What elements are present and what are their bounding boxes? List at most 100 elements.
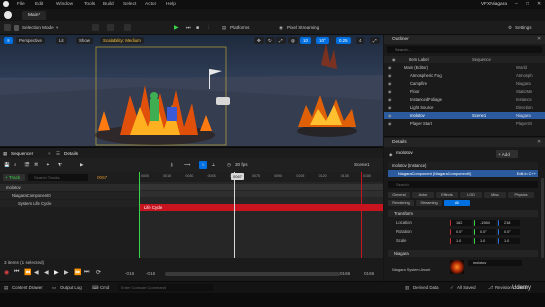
scale-y-field[interactable]: 1.0 [474,238,496,244]
visibility-eye-icon[interactable]: ◉ [388,72,392,79]
filter-physics[interactable]: Physics [508,192,534,198]
record-icon[interactable]: ◉ [4,269,9,276]
viewport-menu-icon[interactable]: ≡ [4,37,13,44]
jump-end-icon[interactable]: ⏭ [84,269,89,276]
menu-help[interactable]: Help [166,2,176,7]
snap-settings-icon[interactable]: ⟂ [212,162,215,167]
filter-streaming[interactable]: Streaming [416,200,442,206]
outliner-row[interactable]: ◉ Floor StaticMe [384,88,545,95]
save-sequence-icon[interactable]: 💾 [4,162,10,168]
sequencer-timeline[interactable]: 0000001500300045006000750090010501200135… [139,172,383,268]
close-window-icon[interactable]: ✕ [537,1,541,7]
visibility-eye-icon[interactable]: ◉ [388,96,392,103]
close-icon[interactable]: ✕ [537,138,541,147]
key-icon[interactable]: ⚷ [170,162,173,168]
playhead-line[interactable] [234,172,235,258]
level-viewport[interactable]: ≡ Perspective Lit Show Scalability: Medi… [0,35,383,146]
playhead-label[interactable]: 0067 [231,173,244,180]
menu-file[interactable]: File [17,2,25,7]
visibility-eye-icon[interactable]: ◉ [388,104,392,111]
platforms-button[interactable]: Platforms [230,24,249,32]
current-frame[interactable]: 0067 [97,175,107,180]
details-tab-label[interactable]: Details [64,151,78,156]
outliner-row[interactable]: ◉ Atmospheric Fog Atmosph [384,72,545,79]
save-icon[interactable] [4,24,11,31]
scale-snap-button[interactable]: 0.25 [336,37,351,44]
location-z-field[interactable]: 218 [498,220,520,226]
jump-start-icon[interactable]: ⏮ [14,269,19,276]
range-start-right[interactable]: -016 [146,271,155,276]
close-icon[interactable]: ✕ [537,35,541,44]
track-row[interactable]: molotov [0,184,139,191]
menu-window[interactable]: Window [56,2,73,7]
range-end-right[interactable]: 0166 [364,271,374,276]
menu-actor[interactable]: Actor [145,2,156,7]
add-component-button[interactable]: + Add [496,150,518,158]
details-search-input[interactable]: Search [388,181,538,188]
camera-speed-button[interactable]: 4 [356,37,365,44]
outliner-row[interactable]: ◉ Campfire Niagara [384,80,545,87]
pixel-streaming-button[interactable]: Pixel Streaming [287,24,319,32]
rotation-z-field[interactable]: 0.0° [498,229,520,235]
rotation-x-field[interactable]: 0.0° [450,229,472,235]
scene-breadcrumb[interactable]: Scene1 [354,162,370,167]
component-row[interactable]: NiagaraComponent (NiagaraComponent0) Edi… [388,170,538,177]
level-tab[interactable]: Main* [22,11,47,20]
transform-section[interactable]: Transform [388,210,538,217]
menu-edit[interactable]: Edit [35,2,43,7]
outliner-row[interactable]: ◉ InstancedFoliage Instance [384,96,545,103]
selection-mode-dropdown[interactable]: Selection Mode [22,24,54,32]
outliner-row[interactable]: ◉ Light Source Direction [384,104,545,111]
create-icon[interactable] [92,24,99,31]
camera-icon[interactable]: ⌘ [34,162,39,168]
scalability-button[interactable]: Scalability: Medium [100,37,144,44]
niagara-thumbnail[interactable] [450,260,464,274]
play-options-icon[interactable]: ⋮ [206,24,211,32]
maximize-icon[interactable]: □ [526,1,529,7]
add-track-button[interactable]: + Track [3,174,25,181]
loop-icon[interactable]: ⟳ [96,269,101,276]
unreal-logo-icon[interactable] [3,1,9,7]
console-command-input[interactable]: Enter Console Command [118,284,213,291]
actions-icon[interactable]: ✦ [46,162,50,168]
eye-icon[interactable]: ◉ [392,56,396,63]
blueprint-icon[interactable] [107,24,114,31]
show-button[interactable]: Show [76,37,93,44]
sequencer-close-icon[interactable]: × [48,151,51,156]
visibility-eye-icon[interactable]: ◉ [388,88,392,95]
outliner-row[interactable]: ◉ Player Start PlayerSt [384,120,545,127]
outliner-row[interactable]: ◉ Main (Editor) World [384,64,545,71]
outliner-row[interactable]: ◉ molotov Scene1 Niagara [384,112,545,119]
rotation-snap-button[interactable]: 10° [316,37,329,44]
col-sequence[interactable]: Sequence [472,56,491,63]
view-range-scrollbar[interactable] [165,272,340,276]
filter-general[interactable]: General [388,192,410,198]
snap-icon[interactable]: ∩ [199,161,207,169]
cmd-dropdown[interactable]: Cmd [100,285,109,290]
actor-name[interactable]: molotov [396,151,413,156]
filter-rendering[interactable]: Rendering [388,200,414,206]
prev-frame-icon[interactable]: ◀ [34,269,39,276]
lit-button[interactable]: Lit [56,37,67,44]
play-icon[interactable]: ▶ [174,24,179,32]
track-row[interactable]: System Life Cycle [0,200,139,207]
filter-effects[interactable]: Effects [436,192,458,198]
filter-misc[interactable]: Misc [484,192,506,198]
instance-row[interactable]: molotov (Instance) [388,162,538,169]
system-asset-field[interactable]: molotov [468,260,522,266]
find-asset-icon[interactable]: ⌕ [14,162,17,167]
grid-snap-button[interactable]: 10 [300,37,311,44]
minimize-icon[interactable]: – [515,1,518,7]
perspective-button[interactable]: Perspective [16,37,45,44]
scale-z-field[interactable]: 1.0 [498,238,520,244]
visibility-eye-icon[interactable]: ◉ [388,64,392,71]
filter-all[interactable]: All [444,200,470,206]
menu-build[interactable]: Build [103,2,114,7]
step-icon[interactable]: ⏭ [186,24,191,32]
prev-key-icon[interactable]: ⏪ [24,269,31,276]
location-x-field[interactable]: 162 [450,220,472,226]
visibility-eye-icon[interactable]: ◉ [388,112,392,119]
output-log-button[interactable]: Output Log [60,285,82,290]
location-y-field[interactable]: -1984 [474,220,496,226]
curve-editor-icon[interactable]: ⟿ [184,162,191,168]
